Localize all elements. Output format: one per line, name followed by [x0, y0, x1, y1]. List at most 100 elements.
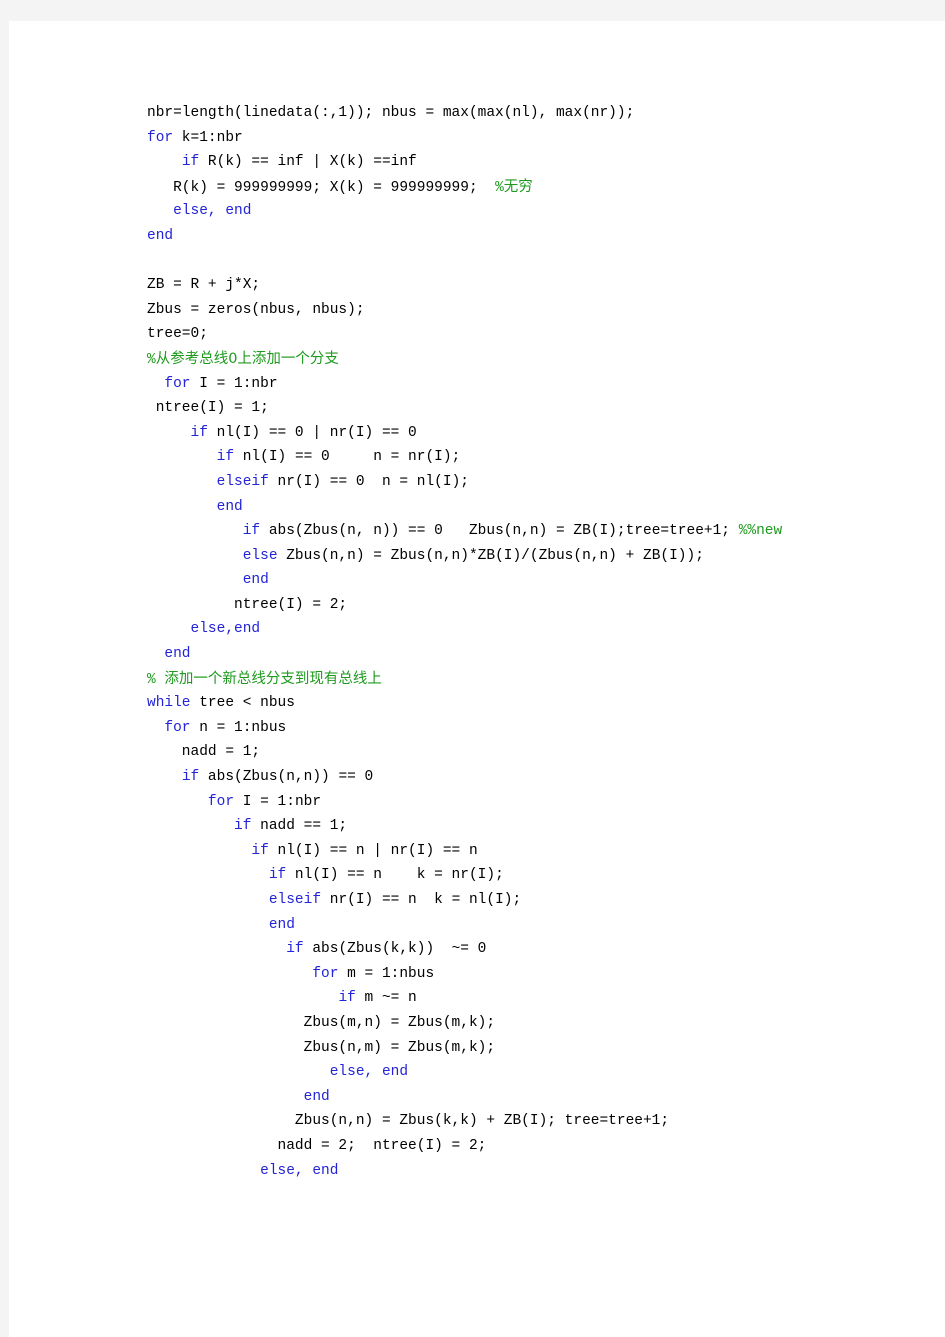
- code-line: else, end: [147, 1060, 907, 1085]
- code-text: nadd = 1;: [147, 744, 261, 761]
- code-line: end: [147, 568, 907, 593]
- code-line: % 添加一个新总线分支到现有总线上: [147, 667, 907, 692]
- code-keyword: if: [190, 424, 208, 441]
- code-keyword: for: [164, 719, 191, 736]
- code-line: Zbus(n,m) = Zbus(m,k);: [147, 1036, 907, 1061]
- code-keyword: elseif: [268, 892, 322, 908]
- code-keyword: end: [242, 572, 269, 589]
- code-line: end: [147, 1085, 907, 1110]
- code-keyword: end: [268, 916, 295, 933]
- code-line: ZB = R + j*X;: [147, 273, 907, 298]
- code-keyword: if: [181, 154, 200, 171]
- code-line: if abs(Zbus(k,k)) ~= 0: [147, 937, 907, 962]
- code-keyword: end: [303, 1088, 330, 1105]
- code-text: nl(I) == n | nr(I) == n: [268, 842, 478, 859]
- code-line: end: [147, 913, 907, 938]
- code-text: n = 1:nbus: [190, 719, 287, 736]
- code-line: for n = 1:nbus: [147, 716, 907, 741]
- code-text: nbr=length(linedata(:,1)); nbus = max(ma…: [147, 105, 635, 121]
- code-text: abs(Zbus(k,k)) ~= 0: [303, 941, 487, 958]
- code-line: nadd = 1;: [147, 740, 907, 765]
- code-comment: %: [147, 671, 165, 688]
- code-line: nbr=length(linedata(:,1)); nbus = max(ma…: [147, 101, 907, 126]
- code-line: nadd = 2; ntree(I) = 2;: [147, 1134, 907, 1159]
- code-line: ntree(I) = 2;: [147, 593, 907, 618]
- code-line: if nl(I) == n | nr(I) == n: [147, 839, 907, 864]
- code-keyword: else, end: [329, 1064, 409, 1081]
- code-line: ntree(I) = 1;: [147, 396, 907, 421]
- code-line: else, end: [147, 199, 907, 224]
- code-listing: nbr=length(linedata(:,1)); nbus = max(ma…: [147, 101, 907, 1183]
- code-text: ZB = R + j*X;: [147, 277, 261, 294]
- code-line: for I = 1:nbr: [147, 372, 907, 397]
- code-keyword: for: [207, 793, 235, 810]
- code-text: nl(I) == 0 n = nr(I);: [234, 449, 461, 466]
- code-keyword: if: [338, 990, 356, 1007]
- code-text: ntree(I) = 1;: [147, 400, 269, 417]
- code-keyword: end: [147, 227, 174, 244]
- code-line: for m = 1:nbus: [147, 962, 907, 987]
- code-line: Zbus(n,n) = Zbus(k,k) + ZB(I); tree=tree…: [147, 1109, 907, 1134]
- code-text: R(k) = 999999999; X(k) = 999999999;: [147, 179, 496, 196]
- code-keyword: if: [251, 842, 269, 859]
- code-line: if nl(I) == 0 | nr(I) == 0: [147, 421, 907, 446]
- code-text: I = 1:nbr: [190, 375, 278, 392]
- code-line: tree=0;: [147, 322, 907, 347]
- code-line: end: [147, 224, 907, 249]
- code-text: nadd == 1;: [251, 818, 348, 835]
- code-text: nl(I) == n k = nr(I);: [286, 867, 504, 884]
- code-comment: %%new: [738, 523, 783, 540]
- code-line: if abs(Zbus(n, n)) == 0 Zbus(n,n) = ZB(I…: [147, 519, 907, 544]
- code-line: if nadd == 1;: [147, 814, 907, 839]
- code-keyword: if: [242, 523, 261, 540]
- code-keyword: else, end: [173, 203, 252, 220]
- code-text: Zbus = zeros(nbus, nbus);: [147, 301, 365, 318]
- code-line: else, end: [147, 1159, 907, 1184]
- code-text: tree < nbus: [190, 695, 295, 712]
- code-keyword: for: [164, 375, 191, 392]
- code-keyword: if: [181, 769, 200, 786]
- code-text: k=1:nbr: [173, 129, 243, 146]
- code-comment-cjk: 从参考总线0上添加一个分支: [155, 350, 339, 367]
- code-line: for k=1:nbr: [147, 126, 907, 151]
- code-text: I = 1:nbr: [234, 793, 322, 810]
- code-keyword: elseif: [216, 473, 269, 490]
- code-text: abs(Zbus(n, n)) == 0 Zbus(n,n) = ZB(I);t…: [260, 523, 739, 540]
- code-line: if m ~= n: [147, 986, 907, 1011]
- code-line: if nl(I) == 0 n = nr(I);: [147, 445, 907, 470]
- document-page: nbr=length(linedata(:,1)); nbus = max(ma…: [9, 21, 945, 1337]
- code-line: for I = 1:nbr: [147, 790, 907, 815]
- code-text: R(k) == inf | X(k) ==inf: [199, 154, 417, 171]
- code-line: Zbus = zeros(nbus, nbus);: [147, 298, 907, 323]
- code-keyword: else,end: [190, 621, 261, 638]
- code-keyword: else, end: [260, 1162, 339, 1179]
- code-keyword: if: [268, 867, 287, 884]
- code-line: R(k) = 999999999; X(k) = 999999999; %无穷: [147, 175, 907, 200]
- code-line: while tree < nbus: [147, 691, 907, 716]
- code-text: Zbus(n,n) = Zbus(k,k) + ZB(I); tree=tree…: [147, 1113, 670, 1130]
- code-line: else,end: [147, 617, 907, 642]
- code-keyword: for: [312, 965, 339, 982]
